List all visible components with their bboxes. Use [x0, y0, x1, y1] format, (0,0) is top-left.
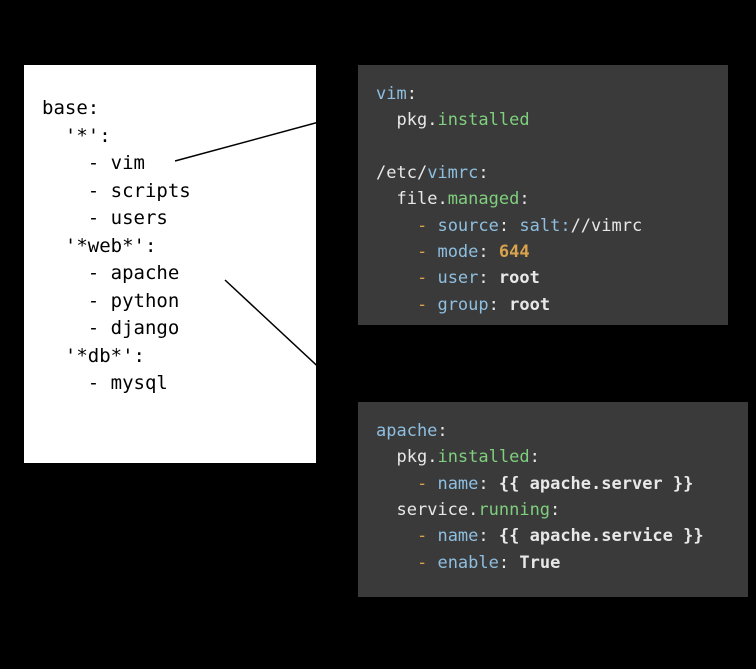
- dash-icon: -: [417, 526, 427, 546]
- db-key: '*db*':: [65, 345, 145, 367]
- topfile-panel: base: '*': - vim - scripts - users '*web…: [24, 65, 316, 463]
- vim-key: vim: [376, 84, 407, 104]
- dash-icon: -: [417, 295, 427, 315]
- db-item-0: mysql: [111, 372, 168, 394]
- pkg-text: pkg: [396, 110, 427, 130]
- dash-icon: -: [417, 474, 427, 494]
- web-key: '*web*':: [65, 235, 157, 257]
- dash-icon: -: [417, 216, 427, 236]
- source-val-prefix: salt:: [519, 216, 570, 236]
- group-val: root: [509, 295, 550, 315]
- source-key: source: [437, 216, 498, 236]
- enable-key: enable: [437, 553, 498, 573]
- vimrc-key: vimrc: [427, 163, 478, 183]
- name-key: name: [437, 474, 478, 494]
- apache-key: apache: [376, 421, 437, 441]
- dash-icon: -: [417, 242, 427, 262]
- dash-icon: -: [417, 553, 427, 573]
- web-item-1: python: [111, 290, 180, 312]
- source-val-suffix: //vimrc: [571, 216, 643, 236]
- mode-val: 644: [499, 242, 530, 262]
- name-key: name: [437, 526, 478, 546]
- star-item-2: users: [111, 207, 168, 229]
- web-item-2: django: [111, 317, 180, 339]
- managed-text: managed: [448, 189, 520, 209]
- enable-val: True: [519, 553, 560, 573]
- group-key: group: [437, 295, 488, 315]
- base-key: base:: [42, 97, 99, 119]
- file-text: file: [396, 189, 437, 209]
- installed-text: installed: [437, 447, 529, 467]
- apache-state-panel: apache: pkg.installed: - name: {{ apache…: [358, 402, 748, 597]
- dash-icon: -: [417, 268, 427, 288]
- service-text: service: [396, 500, 468, 520]
- star-item-1: scripts: [111, 180, 191, 202]
- vim-state-panel: vim: pkg.installed /etc/vimrc: file.mana…: [358, 65, 728, 325]
- name-server-val: {{ apache.server }}: [499, 474, 693, 494]
- mode-key: mode: [437, 242, 478, 262]
- running-text: running: [478, 500, 550, 520]
- name-service-val: {{ apache.service }}: [499, 526, 704, 546]
- web-item-0: apache: [111, 262, 180, 284]
- star-key: '*':: [65, 125, 111, 147]
- star-item-0: vim: [111, 152, 145, 174]
- user-key: user: [437, 268, 478, 288]
- pkg-text: pkg: [396, 447, 427, 467]
- user-val: root: [499, 268, 540, 288]
- installed-text: installed: [437, 110, 529, 130]
- vimrc-path-prefix: /etc/: [376, 163, 427, 183]
